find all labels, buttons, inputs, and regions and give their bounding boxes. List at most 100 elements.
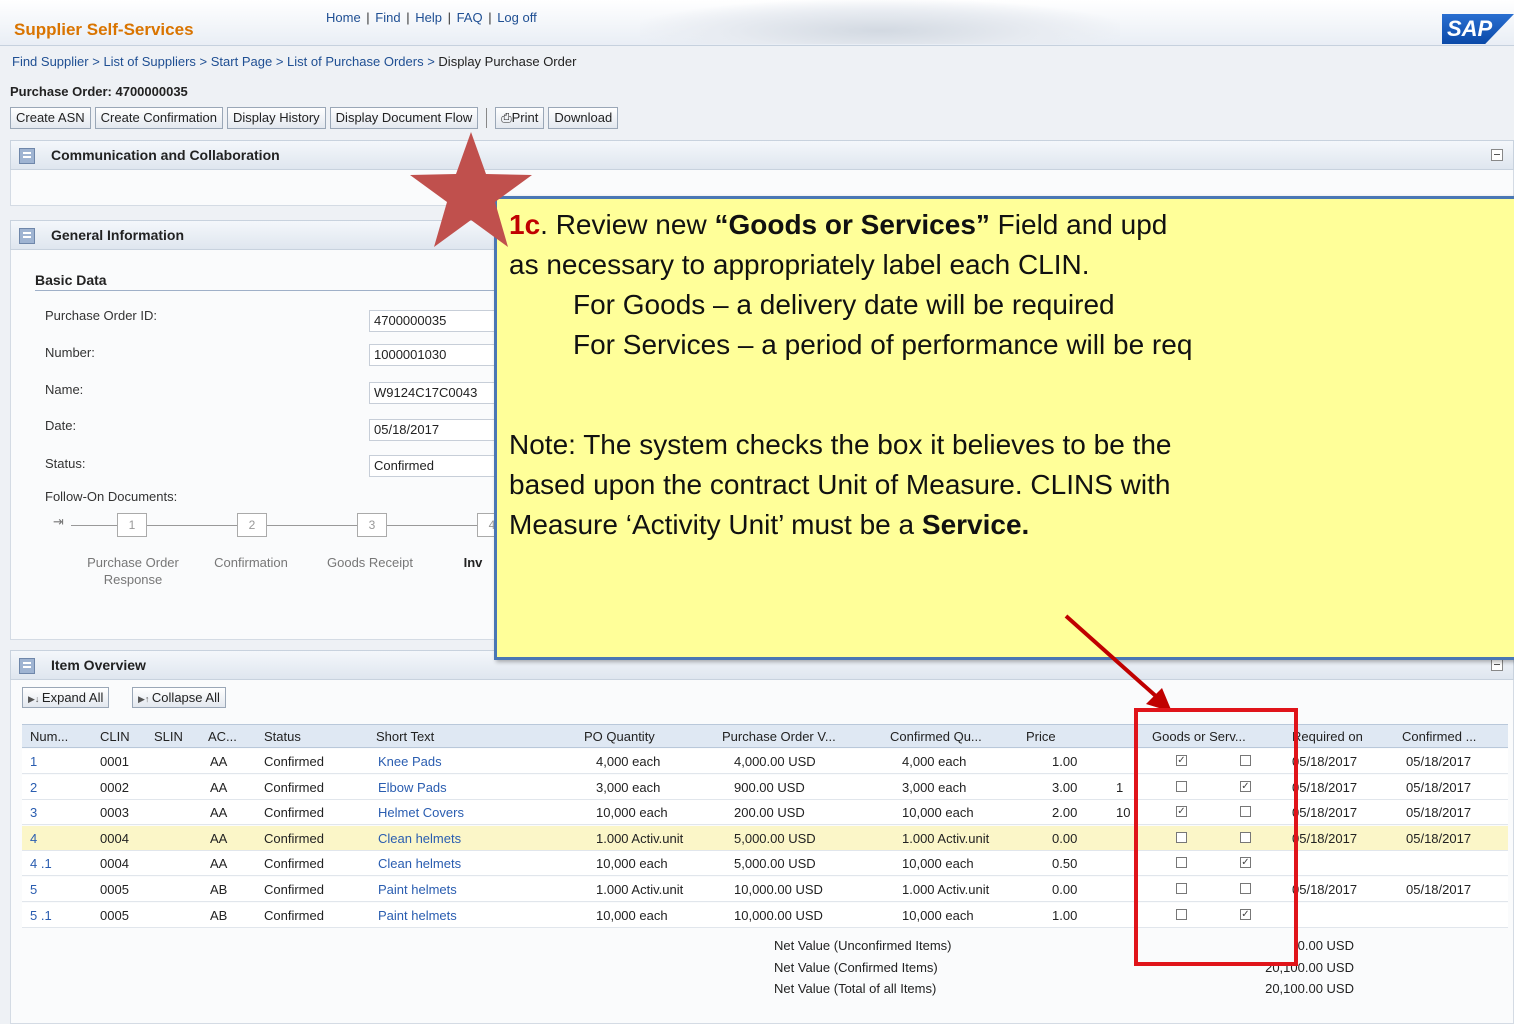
cell-conf-qty: 10,000 each (902, 907, 974, 923)
cell-text[interactable]: Clean helmets (378, 831, 461, 846)
cell-ac: AA (210, 779, 228, 795)
cell-required: 05/18/2017 (1292, 779, 1358, 795)
col-confirmed[interactable]: Confirmed ... (1402, 729, 1476, 744)
arrow-icon (1064, 614, 1172, 712)
net-confirmed-label: Net Value (Confirmed Items) (774, 960, 938, 975)
cell-text[interactable]: Paint helmets (378, 882, 457, 897)
cell-ac: AA (210, 805, 228, 821)
flow-start-icon: ⇥ (53, 514, 64, 529)
cell-num: 5 .1 (30, 907, 52, 923)
cell-qty: 10,000 each (596, 907, 668, 923)
star-icon (410, 132, 532, 247)
panel-icon (19, 228, 35, 244)
col-short-text[interactable]: Short Text (376, 729, 434, 744)
home-link[interactable]: Home (326, 10, 361, 25)
expand-all-button[interactable]: ▶↓ Expand All (22, 687, 110, 708)
cell-conf-qty: 1.000 Activ.unit (902, 830, 990, 846)
arrow-shaft (1064, 614, 1160, 700)
collapse-icon[interactable] (1491, 149, 1503, 161)
flow-step-3[interactable]: 3 (357, 513, 387, 537)
net-total-label: Net Value (Total of all Items) (774, 981, 937, 996)
cell-text[interactable]: Helmet Covers (378, 805, 464, 820)
cell-num: 5 (30, 882, 38, 897)
display-history-button[interactable]: Display History (226, 107, 326, 129)
po-id-field: 4700000035 (369, 310, 509, 332)
status-field: Confirmed (369, 455, 509, 477)
cell-text[interactable]: Paint helmets (378, 908, 457, 923)
col-ac[interactable]: AC... (208, 729, 237, 744)
name-field: W9124C17C0043 (369, 382, 509, 404)
highlight-box (1134, 708, 1298, 966)
collapse-icon[interactable] (1491, 659, 1503, 671)
flow-step-3-label: Goods Receipt (327, 555, 413, 570)
cell-conf-qty: 10,000 each (902, 805, 974, 821)
col-num[interactable]: Num... (30, 729, 68, 744)
breadcrumb-list-of-purchase-orders[interactable]: List of Purchase Orders (287, 54, 424, 69)
flow-step-1[interactable]: 1 (117, 513, 147, 537)
cell-ac: AA (210, 830, 228, 846)
col-po-quantity[interactable]: PO Quantity (584, 729, 655, 744)
callout-line-1: 1c. Review new “Goods or Services” Field… (509, 209, 1167, 241)
cell-required: 05/18/2017 (1292, 830, 1358, 846)
col-status[interactable]: Status (264, 729, 301, 744)
cell-confirmed: 05/18/2017 (1406, 754, 1472, 769)
cell-extra: 10 (1116, 805, 1131, 821)
cell-conf-qty: 4,000 each (902, 754, 967, 769)
instruction-callout: 1c. Review new “Goods or Services” Field… (494, 196, 1514, 660)
display-document-flow-button[interactable]: Display Document Flow (329, 107, 479, 129)
breadcrumb-start-page[interactable]: Start Page (211, 54, 272, 69)
cell-status: Confirmed (264, 779, 324, 795)
cell-clin: 0004 (100, 856, 129, 872)
net-unconfirmed-label: Net Value (Unconfirmed Items) (774, 938, 952, 953)
cell-status: Confirmed (264, 830, 324, 846)
collapse-all-button[interactable]: ▶↑ Collapse All (132, 687, 226, 708)
communication-panel-header[interactable]: Communication and Collaboration (10, 140, 1514, 170)
cell-price: 2.00 (1052, 805, 1078, 821)
cell-price: 0.00 (1052, 830, 1078, 846)
cell-value: 900.00 USD (734, 779, 805, 795)
col-slin[interactable]: SLIN (154, 729, 183, 744)
sap-logo: SAP (1442, 14, 1514, 44)
cell-ac: AB (210, 882, 228, 897)
cell-ac: AB (210, 907, 228, 923)
col-confirmed-qty[interactable]: Confirmed Qu... (890, 729, 982, 744)
cell-clin: 0004 (100, 830, 129, 846)
help-link[interactable]: Help (415, 10, 442, 25)
cell-text[interactable]: Knee Pads (378, 754, 442, 769)
print-button[interactable]: ⎙Print (495, 107, 545, 129)
breadcrumb: Find Supplier > List of Suppliers > Star… (12, 54, 577, 69)
col-clin[interactable]: CLIN (100, 729, 130, 744)
name-label: Name: (45, 382, 84, 397)
download-button[interactable]: Download (548, 107, 619, 129)
find-link[interactable]: Find (375, 10, 400, 25)
cell-text[interactable]: Clean helmets (378, 856, 461, 871)
cell-price: 1.00 (1052, 754, 1078, 769)
cell-required: 05/18/2017 (1292, 882, 1358, 897)
cell-clin: 0001 (100, 754, 129, 769)
cell-qty: 10,000 each (596, 805, 668, 821)
cell-text[interactable]: Elbow Pads (378, 780, 447, 795)
cell-num: 4 .1 (30, 856, 52, 872)
logoff-link[interactable]: Log off (497, 10, 537, 25)
col-po-value[interactable]: Purchase Order V... (722, 729, 836, 744)
cell-status: Confirmed (264, 856, 324, 872)
cell-qty: 10,000 each (596, 856, 668, 872)
create-confirmation-button[interactable]: Create Confirmation (94, 107, 223, 129)
breadcrumb-find-supplier[interactable]: Find Supplier (12, 54, 89, 69)
cell-value: 10,000.00 USD (734, 907, 823, 923)
printer-icon: ⎙ (501, 110, 512, 125)
col-required-on[interactable]: Required on (1292, 729, 1363, 744)
create-asn-button[interactable]: Create ASN (10, 107, 91, 129)
breadcrumb-list-of-suppliers[interactable]: List of Suppliers (103, 54, 196, 69)
cell-conf-qty: 10,000 each (902, 856, 974, 872)
collapse-icon: ▶↑ (138, 694, 152, 704)
callout-service: Service. (921, 509, 1030, 540)
faq-link[interactable]: FAQ (457, 10, 483, 25)
col-price[interactable]: Price (1026, 729, 1056, 744)
cell-clin: 0003 (100, 805, 129, 821)
panel-icon (19, 148, 35, 164)
net-total-value: 20,100.00 USD (1265, 981, 1354, 996)
cell-confirmed: 05/18/2017 (1406, 882, 1472, 897)
flow-step-2[interactable]: 2 (237, 513, 267, 537)
cell-status: Confirmed (264, 882, 324, 897)
